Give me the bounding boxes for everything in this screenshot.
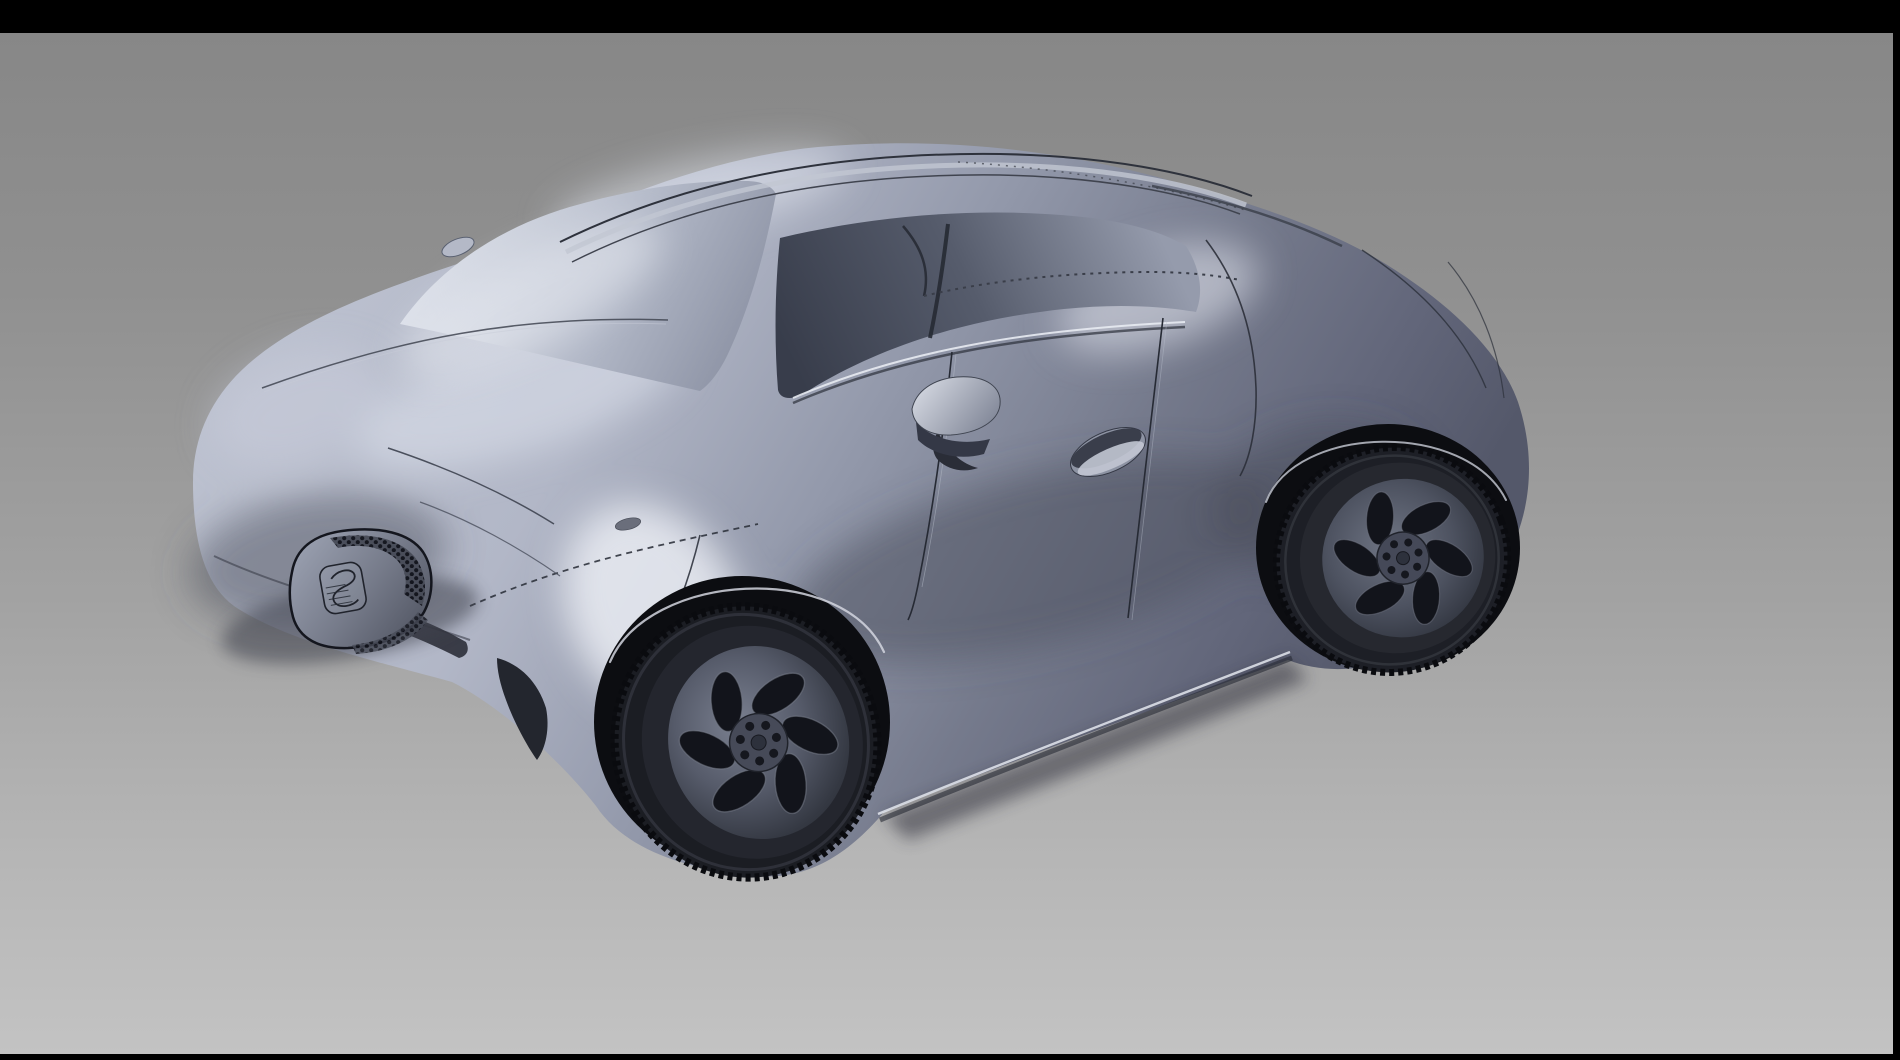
letterbox-right [1893, 0, 1900, 1060]
seat-logo-icon [318, 561, 368, 616]
letterbox-top [0, 0, 1900, 33]
front-grille [290, 529, 432, 654]
letterbox-bottom [0, 1054, 1900, 1060]
render-stage [0, 0, 1900, 1060]
car-model-render [0, 0, 1900, 1060]
